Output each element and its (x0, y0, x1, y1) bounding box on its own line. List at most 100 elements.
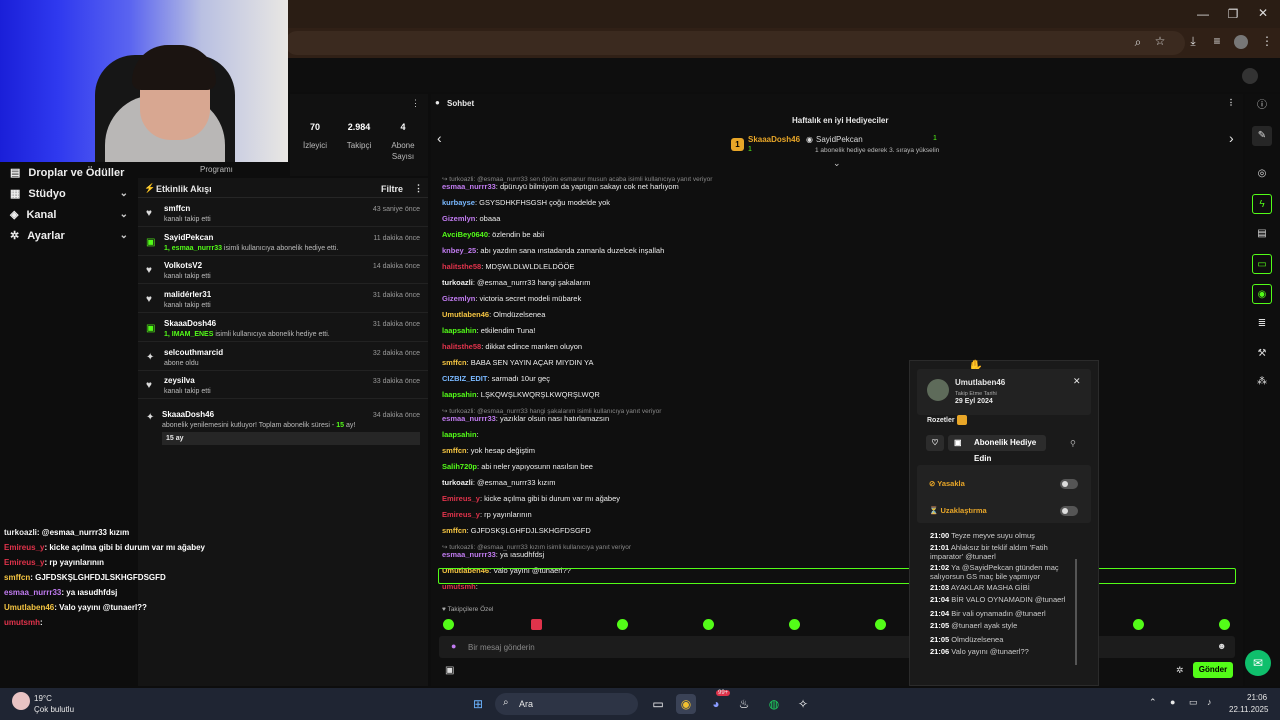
weather-temp[interactable]: 19°C (34, 694, 52, 703)
gift-icon[interactable]: ▣ (445, 665, 454, 676)
chat-message[interactable]: Emireus_y: rp yayınlarının (442, 510, 532, 519)
chat-message[interactable]: Gizemlyn: victoria secret modeli mübarek (442, 294, 581, 303)
ban-toggle[interactable] (1060, 479, 1078, 489)
emote-icon[interactable] (1219, 619, 1230, 630)
weather-desc[interactable]: Çok bulutlu (34, 705, 74, 714)
chat-message[interactable]: smffcn: yok hesap değiştim (442, 446, 535, 455)
info-icon[interactable]: ⓘ (1252, 96, 1272, 116)
nav-channel[interactable]: ◈ Kanal ⌄ (10, 208, 128, 222)
chat-message[interactable]: Umutlaben46: Olmdüzelsenea (442, 310, 545, 319)
wand-icon[interactable]: ⚲ (1070, 439, 1076, 448)
chat-icon[interactable]: ▭ (1252, 254, 1272, 274)
top-gifter-2[interactable]: SayidPekcan (816, 135, 863, 144)
emote-icon[interactable] (875, 619, 886, 630)
emote-icon[interactable] (703, 619, 714, 630)
nav-drops[interactable]: ▤ Droplar ve Ödüller (10, 166, 128, 180)
feed-username[interactable]: smffcn (164, 204, 190, 213)
mic-icon[interactable]: ● (1170, 697, 1175, 707)
feed-username[interactable]: selcouthmarcid (164, 348, 223, 357)
chat-menu-icon[interactable]: ⋮ (1227, 98, 1235, 107)
top-gifter-1[interactable]: SkaaaDosh46 (748, 135, 800, 144)
gift-sub-button[interactable]: ▣ Abonelik Hediye Edin (948, 435, 1046, 463)
chat-message[interactable]: turkoazli: @esmaa_nurrr33 kızım (442, 478, 555, 487)
download-icon[interactable]: ⤓ (1180, 34, 1206, 49)
taskbar-search[interactable]: ⌕ Ara (495, 693, 638, 715)
timeout-toggle[interactable] (1060, 506, 1078, 516)
feed-username[interactable]: SayidPekcan (164, 233, 213, 242)
pencil-icon[interactable]: ✎ (1252, 126, 1272, 146)
chat-message[interactable]: halitsthe58: dikkat edince manken oluyon (442, 342, 582, 351)
clock-date[interactable]: 22.11.2025 (1229, 705, 1268, 714)
task-view-icon[interactable]: ▭ (648, 694, 668, 714)
steam-icon[interactable]: ♨ (734, 694, 754, 714)
chat-message[interactable]: smffcn: GJFDSKŞLGHFDJLSKHGFDSGFD (442, 526, 591, 535)
message-input[interactable]: ● Bir mesaj gönderin ☻ (439, 636, 1235, 658)
gear-icon[interactable]: ✲ (1176, 665, 1184, 676)
minimize-icon[interactable]: — (1190, 7, 1216, 21)
follow-heart-button[interactable]: ♡ (926, 435, 944, 451)
discord-icon[interactable]: ◕ (706, 694, 726, 714)
chat-message[interactable]: smffcn: BABA SEN YAYIN AÇAR MIYDIN YA (442, 358, 593, 367)
assistant-chat-icon[interactable]: ✉ (1245, 650, 1271, 676)
send-button[interactable]: Gönder (1193, 662, 1233, 678)
nav-studio[interactable]: ▦ Stüdyo ⌄ (10, 187, 128, 201)
wrench-icon[interactable]: ⚒ (1252, 344, 1272, 364)
chat-message[interactable]: Gizemlyn: obaaa (442, 214, 500, 223)
feed-menu-icon[interactable]: ⋮ (414, 183, 423, 194)
clock-time[interactable]: 21:06 (1247, 693, 1267, 702)
chat-message[interactable]: kurbayse: GSYSDHKFHSGSH çoğu modelde yok (442, 198, 610, 207)
scrollbar[interactable] (1075, 559, 1077, 665)
volume-icon[interactable]: ♪ (1207, 697, 1212, 707)
chat-message[interactable]: laapsahin: LŞKQWŞLKWQRŞLKWQRŞLWQR (442, 390, 600, 399)
chevron-left-icon[interactable]: ‹ (437, 130, 442, 146)
close-icon[interactable]: ✕ (1073, 376, 1081, 387)
maximize-icon[interactable]: ❐ (1220, 7, 1246, 21)
emoji-icon[interactable]: ☻ (1217, 641, 1226, 651)
popup-username[interactable]: Umutlaben46 (955, 378, 1005, 387)
emote-icon[interactable] (531, 619, 542, 630)
chat-message[interactable]: halitsthe58: MDŞWLDLWLDLELDÖÖE (442, 262, 574, 271)
feed-username[interactable]: SkaaaDosh46 (164, 319, 216, 328)
emote-icon[interactable] (1133, 619, 1144, 630)
chevron-up-icon[interactable]: ⌃ (1149, 697, 1157, 708)
chat-message[interactable]: laapsahin: (442, 430, 479, 439)
collapse-icon[interactable]: ⌄ (833, 158, 841, 169)
chat-message[interactable]: knbey_25: abı yazdım sana ınstadanda zam… (442, 246, 664, 255)
windows-start-icon[interactable]: ⊞ (468, 694, 488, 714)
chat-message[interactable]: esmaa_nurrr33: dpüruyü bilmiyom da yaptı… (442, 182, 679, 191)
chat-message[interactable]: AvciBey0640: özlendin be abii (442, 230, 544, 239)
chat-message[interactable]: Emireus_y: kicke açılma gibi bi durum va… (442, 494, 620, 503)
media-icon[interactable]: ≡ (1204, 34, 1230, 48)
chat-message[interactable]: Salih720p: abi neler yapıyosunn nasılsın… (442, 462, 593, 471)
chat-message[interactable]: CIZBIZ_EDIT: sarmadı 10ur geç (442, 374, 550, 383)
address-bar[interactable] (285, 31, 1185, 55)
chrome-icon[interactable]: ◉ (676, 694, 696, 714)
emote-icon[interactable] (617, 619, 628, 630)
chat-message[interactable]: esmaa_nurrr33: ya ıasudhfdsj (442, 550, 544, 559)
app-icon[interactable]: ✧ (793, 694, 813, 714)
feed-username[interactable]: malidérler31 (164, 290, 211, 299)
feed-username[interactable]: VolkotsV2 (164, 261, 202, 270)
chevron-right-icon[interactable]: › (1229, 130, 1234, 146)
nav-settings[interactable]: ✲ Ayarlar ⌄ (10, 229, 128, 243)
feed-username[interactable]: zeysilva (164, 376, 195, 385)
mic-icon[interactable]: ● (451, 641, 456, 651)
emote-icon[interactable] (789, 619, 800, 630)
chat-message[interactable]: turkoazli: @esmaa_nurrr33 hangi şakaları… (442, 278, 591, 287)
clipboard-icon[interactable]: ▤ (1252, 224, 1272, 244)
menu-kebab-icon[interactable]: ⋮ (1254, 34, 1280, 48)
chat-message[interactable]: esmaa_nurrr33: yazıklar olsun nası hatır… (442, 414, 609, 423)
monitor-icon[interactable]: ▭ (1189, 697, 1198, 708)
bolt-icon[interactable]: ϟ (1252, 194, 1272, 214)
bookmark-star-icon[interactable]: ☆ (1147, 34, 1173, 48)
chat-message[interactable]: laapsahin: etkilendim Tuna! (442, 326, 535, 335)
users-icon[interactable]: ⁂ (1252, 372, 1272, 392)
user-avatar[interactable] (1242, 68, 1258, 84)
stack-icon[interactable]: ≣ (1252, 314, 1272, 334)
filter-button[interactable]: Filtre (381, 184, 403, 194)
profile-avatar[interactable] (1234, 35, 1248, 49)
broadcast-icon[interactable]: ◉ (1252, 284, 1272, 304)
stats-menu-icon[interactable]: ⋮ (411, 98, 420, 109)
stream-icon[interactable]: ◎ (1252, 164, 1272, 184)
spotify-icon[interactable]: ◍ (764, 694, 784, 714)
